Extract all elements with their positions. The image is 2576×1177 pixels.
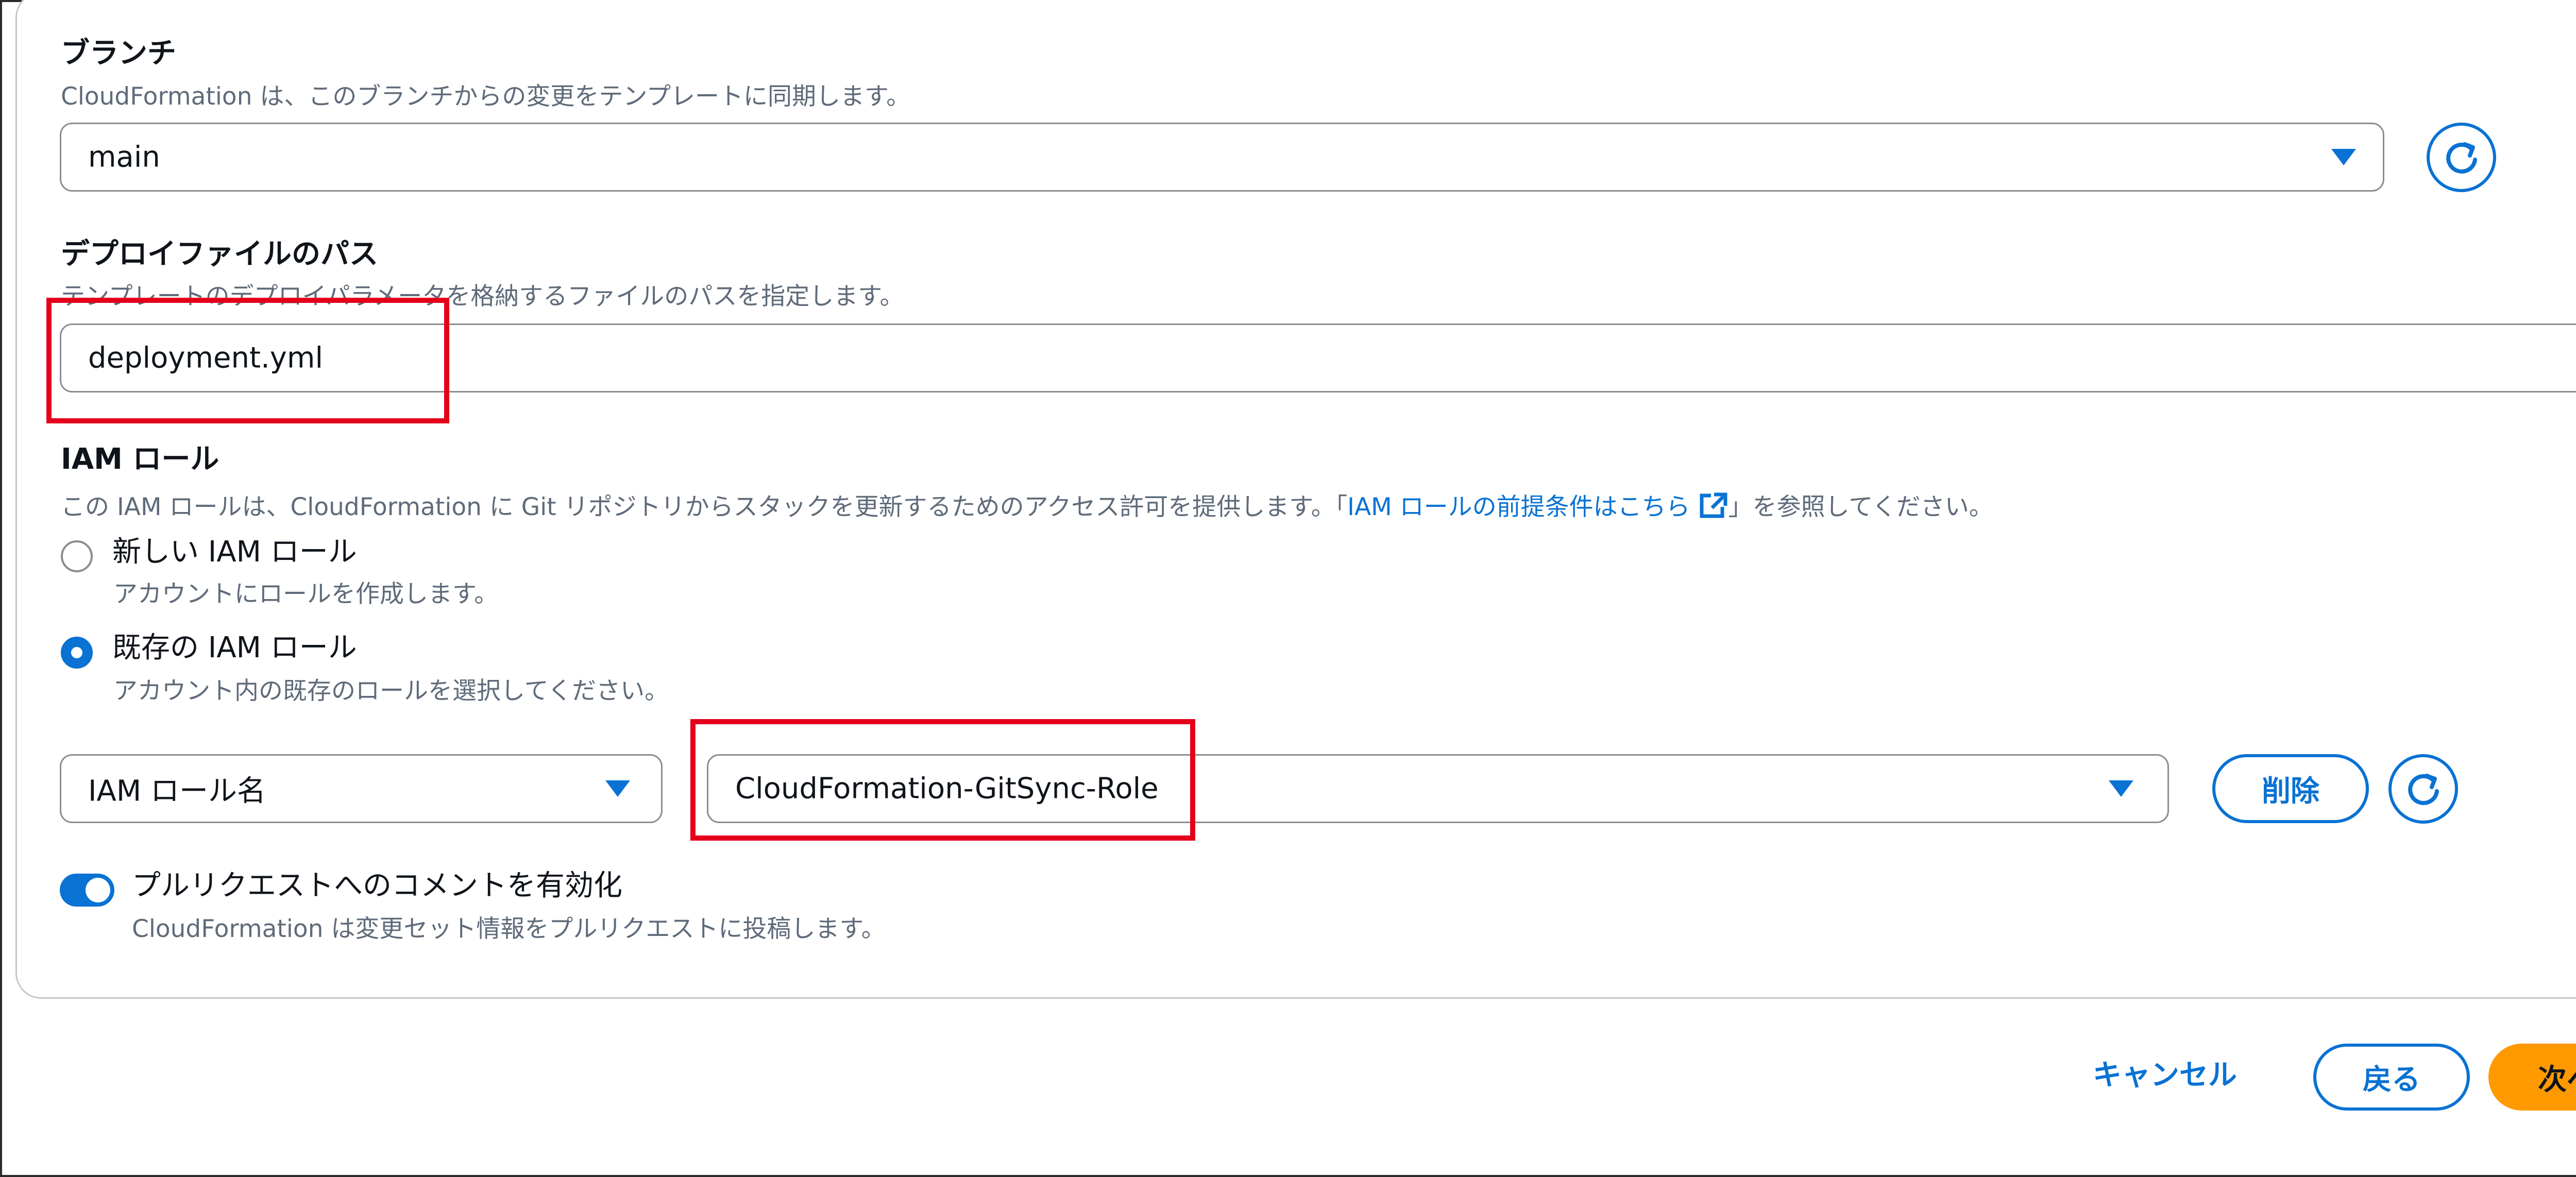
screenshot-frame: ブランチ CloudFormation は、このブランチからの変更をテンプレート… [0,0,2576,1177]
external-link-icon[interactable] [1698,491,1728,520]
remove-button[interactable]: 削除 [2212,754,2369,823]
iam-role-description-text: この IAM ロールは、CloudFormation に Git リポジトリから… [61,493,1348,521]
pr-comment-description: CloudFormation は変更セット情報をプルリクエストに投稿します。 [132,915,886,943]
radio-new-iam-role[interactable] [61,540,93,572]
radio-existing-iam-role[interactable] [61,637,93,669]
deploy-file-label: デプロイファイルのパス [61,237,378,271]
pr-comment-label: プルリクエストへのコメントを有効化 [132,869,622,902]
branch-description: CloudFormation は、このブランチからの変更をテンプレートに同期しま… [61,82,911,111]
caret-down-icon [605,780,630,797]
radio-new-iam-role-sub: アカウントにロールを作成します。 [113,580,499,608]
next-button[interactable]: 次へ [2488,1044,2576,1111]
iam-prerequisite-link[interactable]: IAM ロールの前提条件はこちら [1347,493,1690,521]
pr-comment-toggle[interactable] [60,874,114,907]
iam-role-description-tail: 」を参照してください。 [1728,493,1993,521]
back-button[interactable]: 戻る [2313,1044,2470,1111]
radio-existing-iam-role-label: 既存の IAM ロール [112,631,357,664]
iam-role-label: IAM ロール [61,442,219,476]
iam-role-description: この IAM ロールは、CloudFormation に Git リポジトリから… [61,491,1993,520]
iam-role-type-value: IAM ロール名 [88,774,266,808]
iam-role-type-select[interactable]: IAM ロール名 [60,754,663,823]
radio-existing-iam-role-sub: アカウント内の既存のロールを選択してください。 [113,677,669,705]
toggle-knob [86,878,110,902]
branch-select-value: main [88,140,160,174]
highlight-box-deploy-file [46,298,449,423]
refresh-icon [2408,774,2439,805]
branch-select[interactable]: main [60,123,2384,192]
iam-role-refresh-button[interactable] [2388,754,2458,824]
caret-down-icon [2109,780,2133,797]
branch-label: ブランチ [61,37,176,70]
caret-down-icon [2331,149,2356,165]
refresh-icon [2446,142,2477,174]
highlight-box-iam-role-name [690,719,1195,841]
branch-refresh-button[interactable] [2427,123,2496,192]
radio-new-iam-role-label: 新しい IAM ロール [112,535,357,569]
cancel-button[interactable]: キャンセル [2093,1061,2237,1090]
